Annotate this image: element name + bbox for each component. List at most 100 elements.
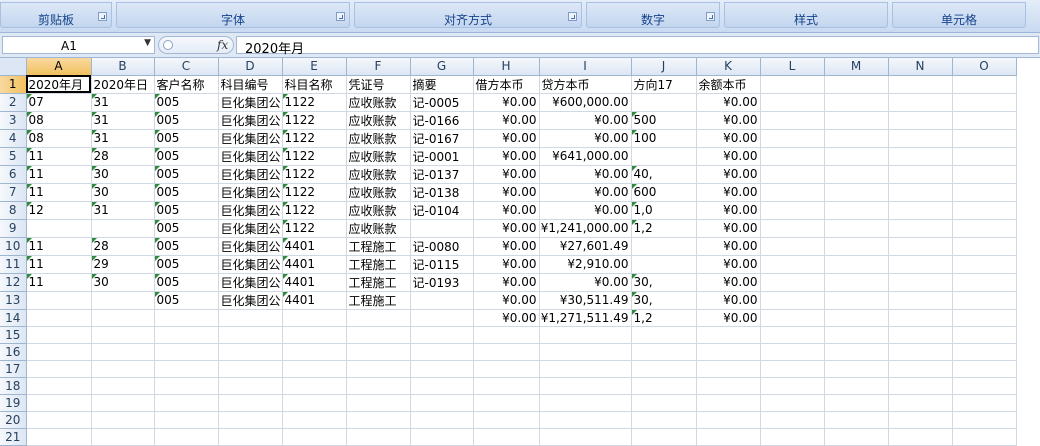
cell[interactable] (410, 377, 474, 395)
cell[interactable]: ¥0.00 (473, 111, 540, 130)
cell[interactable]: ¥0.00 (473, 309, 540, 327)
cell[interactable]: 应收账款 (346, 93, 411, 112)
cell[interactable] (154, 360, 219, 378)
cell[interactable] (824, 237, 889, 256)
cell[interactable] (888, 343, 953, 361)
cell[interactable]: 1122 (282, 201, 347, 220)
cell[interactable]: 巨化集团公 (218, 183, 283, 202)
cell[interactable] (888, 377, 953, 395)
cell[interactable]: ¥0.00 (539, 183, 632, 202)
cell[interactable]: ¥0.00 (539, 111, 632, 130)
cell[interactable] (218, 326, 283, 344)
cell[interactable] (824, 291, 889, 310)
cell[interactable]: ¥0.00 (473, 129, 540, 148)
cell[interactable]: 30 (91, 183, 155, 202)
cell[interactable] (888, 273, 953, 292)
column-header[interactable]: B (91, 58, 155, 76)
cell[interactable]: ¥0.00 (696, 183, 761, 202)
row-header[interactable]: 13 (0, 291, 27, 310)
cell[interactable]: 科目名称 (282, 75, 347, 94)
cell[interactable]: ¥1,241,000.00 (539, 219, 632, 238)
cell[interactable]: 巨化集团公 (218, 237, 283, 256)
cell[interactable]: 1122 (282, 147, 347, 166)
cell[interactable] (888, 411, 953, 429)
cell[interactable] (952, 147, 1017, 166)
cell[interactable] (346, 394, 411, 412)
column-header[interactable]: D (218, 58, 283, 76)
cell[interactable]: 500 (631, 111, 697, 130)
cell[interactable] (696, 343, 761, 361)
cell[interactable]: 巨化集团公 (218, 165, 283, 184)
cell[interactable] (952, 255, 1017, 274)
cell[interactable]: 记-0104 (410, 201, 474, 220)
row-header[interactable]: 19 (0, 394, 27, 412)
cell[interactable] (952, 360, 1017, 378)
cell[interactable] (473, 377, 540, 395)
cell[interactable] (539, 360, 632, 378)
cell[interactable] (760, 75, 825, 94)
cell[interactable]: 工程施工 (346, 291, 411, 310)
cell[interactable] (952, 129, 1017, 148)
cell[interactable] (952, 93, 1017, 112)
cell[interactable]: 记-0005 (410, 93, 474, 112)
dialog-launcher-icon[interactable] (98, 12, 107, 21)
cell[interactable] (282, 343, 347, 361)
cell[interactable] (410, 360, 474, 378)
cell[interactable] (539, 326, 632, 344)
cell[interactable]: 005 (154, 183, 219, 202)
cell[interactable]: ¥0.00 (473, 165, 540, 184)
cell[interactable]: ¥27,601.49 (539, 237, 632, 256)
row-header[interactable]: 14 (0, 309, 27, 327)
cell[interactable] (539, 394, 632, 412)
cell[interactable]: 巨化集团公 (218, 147, 283, 166)
cell[interactable]: ¥0.00 (696, 165, 761, 184)
cell[interactable] (473, 326, 540, 344)
cell[interactable]: 客户名称 (154, 75, 219, 94)
cell[interactable]: 记-0166 (410, 111, 474, 130)
cell[interactable]: 11 (26, 147, 92, 166)
cell[interactable] (631, 428, 697, 446)
cell[interactable] (26, 309, 92, 327)
cell[interactable] (410, 326, 474, 344)
cell[interactable] (154, 377, 219, 395)
cell[interactable]: 1122 (282, 129, 347, 148)
cell[interactable] (824, 111, 889, 130)
row-header[interactable]: 5 (0, 147, 27, 166)
cell[interactable]: 1122 (282, 219, 347, 238)
cell[interactable]: 100 (631, 129, 697, 148)
column-header[interactable]: O (952, 58, 1017, 76)
cell[interactable]: ¥0.00 (696, 273, 761, 292)
cell[interactable] (952, 237, 1017, 256)
cell[interactable] (824, 377, 889, 395)
cell[interactable] (26, 360, 92, 378)
cell[interactable] (282, 326, 347, 344)
cell[interactable] (952, 165, 1017, 184)
cell[interactable]: ¥2,910.00 (539, 255, 632, 274)
cell[interactable] (473, 428, 540, 446)
cell[interactable] (346, 411, 411, 429)
cell[interactable]: ¥0.00 (696, 129, 761, 148)
cell[interactable]: ¥0.00 (539, 273, 632, 292)
cell[interactable]: 28 (91, 147, 155, 166)
cell[interactable] (760, 360, 825, 378)
cell[interactable] (91, 219, 155, 238)
cell[interactable]: 11 (26, 165, 92, 184)
cell[interactable] (888, 237, 953, 256)
cell[interactable]: 31 (91, 201, 155, 220)
row-header[interactable]: 18 (0, 377, 27, 395)
cell[interactable]: ¥641,000.00 (539, 147, 632, 166)
cell[interactable]: ¥0.00 (473, 201, 540, 220)
cell[interactable] (218, 394, 283, 412)
cell[interactable] (760, 377, 825, 395)
cell[interactable]: 1,2 (631, 309, 697, 327)
cell[interactable]: ¥0.00 (539, 129, 632, 148)
cell[interactable]: 1122 (282, 111, 347, 130)
cell[interactable] (154, 343, 219, 361)
cell[interactable] (26, 411, 92, 429)
cell[interactable]: 2020年月 (26, 75, 92, 94)
cell[interactable]: 11 (26, 255, 92, 274)
cell[interactable] (760, 201, 825, 220)
cell[interactable] (824, 75, 889, 94)
cell[interactable]: ¥0.00 (696, 147, 761, 166)
cell[interactable]: ¥0.00 (473, 93, 540, 112)
